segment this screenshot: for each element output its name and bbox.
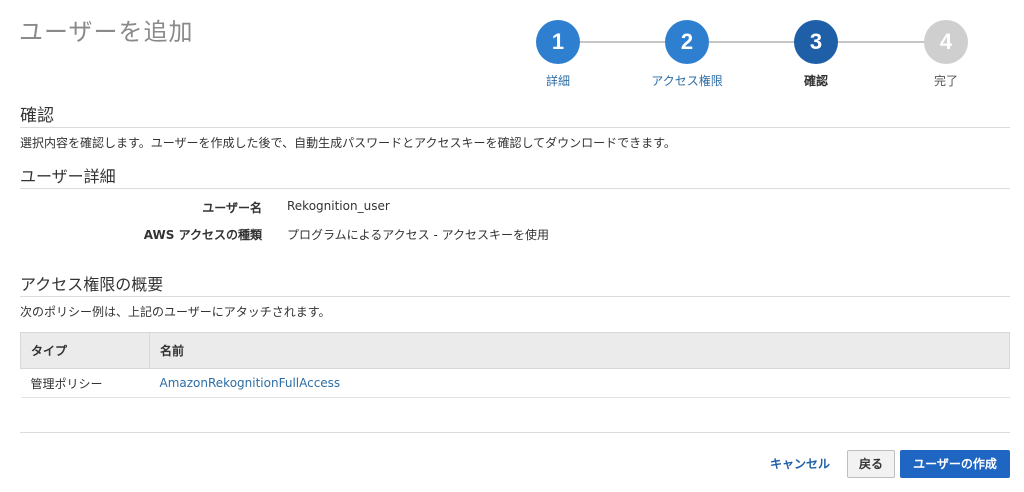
cancel-button[interactable]: キャンセル — [761, 450, 839, 478]
step-1-indicator[interactable]: 1 — [536, 20, 580, 64]
step-connector — [580, 41, 666, 43]
step-connector — [838, 41, 925, 43]
create-user-button[interactable]: ユーザーの作成 — [900, 450, 1010, 478]
table-header-row: タイプ 名前 — [20, 332, 1010, 369]
divider — [20, 188, 1010, 189]
permissions-heading: アクセス権限の概要 — [20, 275, 164, 294]
divider — [20, 432, 1010, 433]
divider — [20, 296, 1010, 297]
step-1-label[interactable]: 詳細 — [498, 72, 618, 89]
username-label: ユーザー名 — [202, 201, 262, 215]
step-4-label: 完了 — [933, 74, 958, 88]
username-value: Rekognition_user — [287, 199, 390, 213]
review-heading: 確認 — [20, 106, 54, 126]
policy-table: タイプ 名前 管理ポリシー AmazonRekognitionFullAcces… — [20, 332, 1010, 398]
access-type-value: プログラムによるアクセス - アクセスキーを使用 — [287, 228, 550, 242]
step-3-indicator: 3 — [794, 20, 838, 64]
step-4-indicator: 4 — [924, 20, 968, 64]
step-2-label[interactable]: アクセス権限 — [627, 72, 747, 89]
user-details-heading: ユーザー詳細 — [20, 167, 116, 186]
step-connector — [709, 41, 795, 43]
permissions-description: 次のポリシー例は、上記のユーザーにアタッチされます。 — [20, 305, 331, 319]
back-button[interactable]: 戻る — [847, 450, 895, 478]
table-row: 管理ポリシー AmazonRekognitionFullAccess — [20, 368, 1010, 398]
policy-name-link[interactable]: AmazonRekognitionFullAccess — [149, 368, 1010, 398]
step-3-label: 確認 — [803, 74, 828, 88]
column-header-type[interactable]: タイプ — [20, 332, 150, 369]
column-header-name[interactable]: 名前 — [149, 332, 1010, 369]
divider — [20, 127, 1010, 128]
step-2-indicator[interactable]: 2 — [665, 20, 709, 64]
access-type-label: AWS アクセスの種類 — [143, 228, 262, 242]
review-description: 選択内容を確認します。ユーザーを作成した後で、自動生成パスワードとアクセスキーを… — [20, 136, 676, 150]
policy-type-cell: 管理ポリシー — [20, 368, 150, 398]
wizard-stepper: 1 2 3 4 詳細 アクセス権限 確認 完了 — [0, 0, 1024, 100]
